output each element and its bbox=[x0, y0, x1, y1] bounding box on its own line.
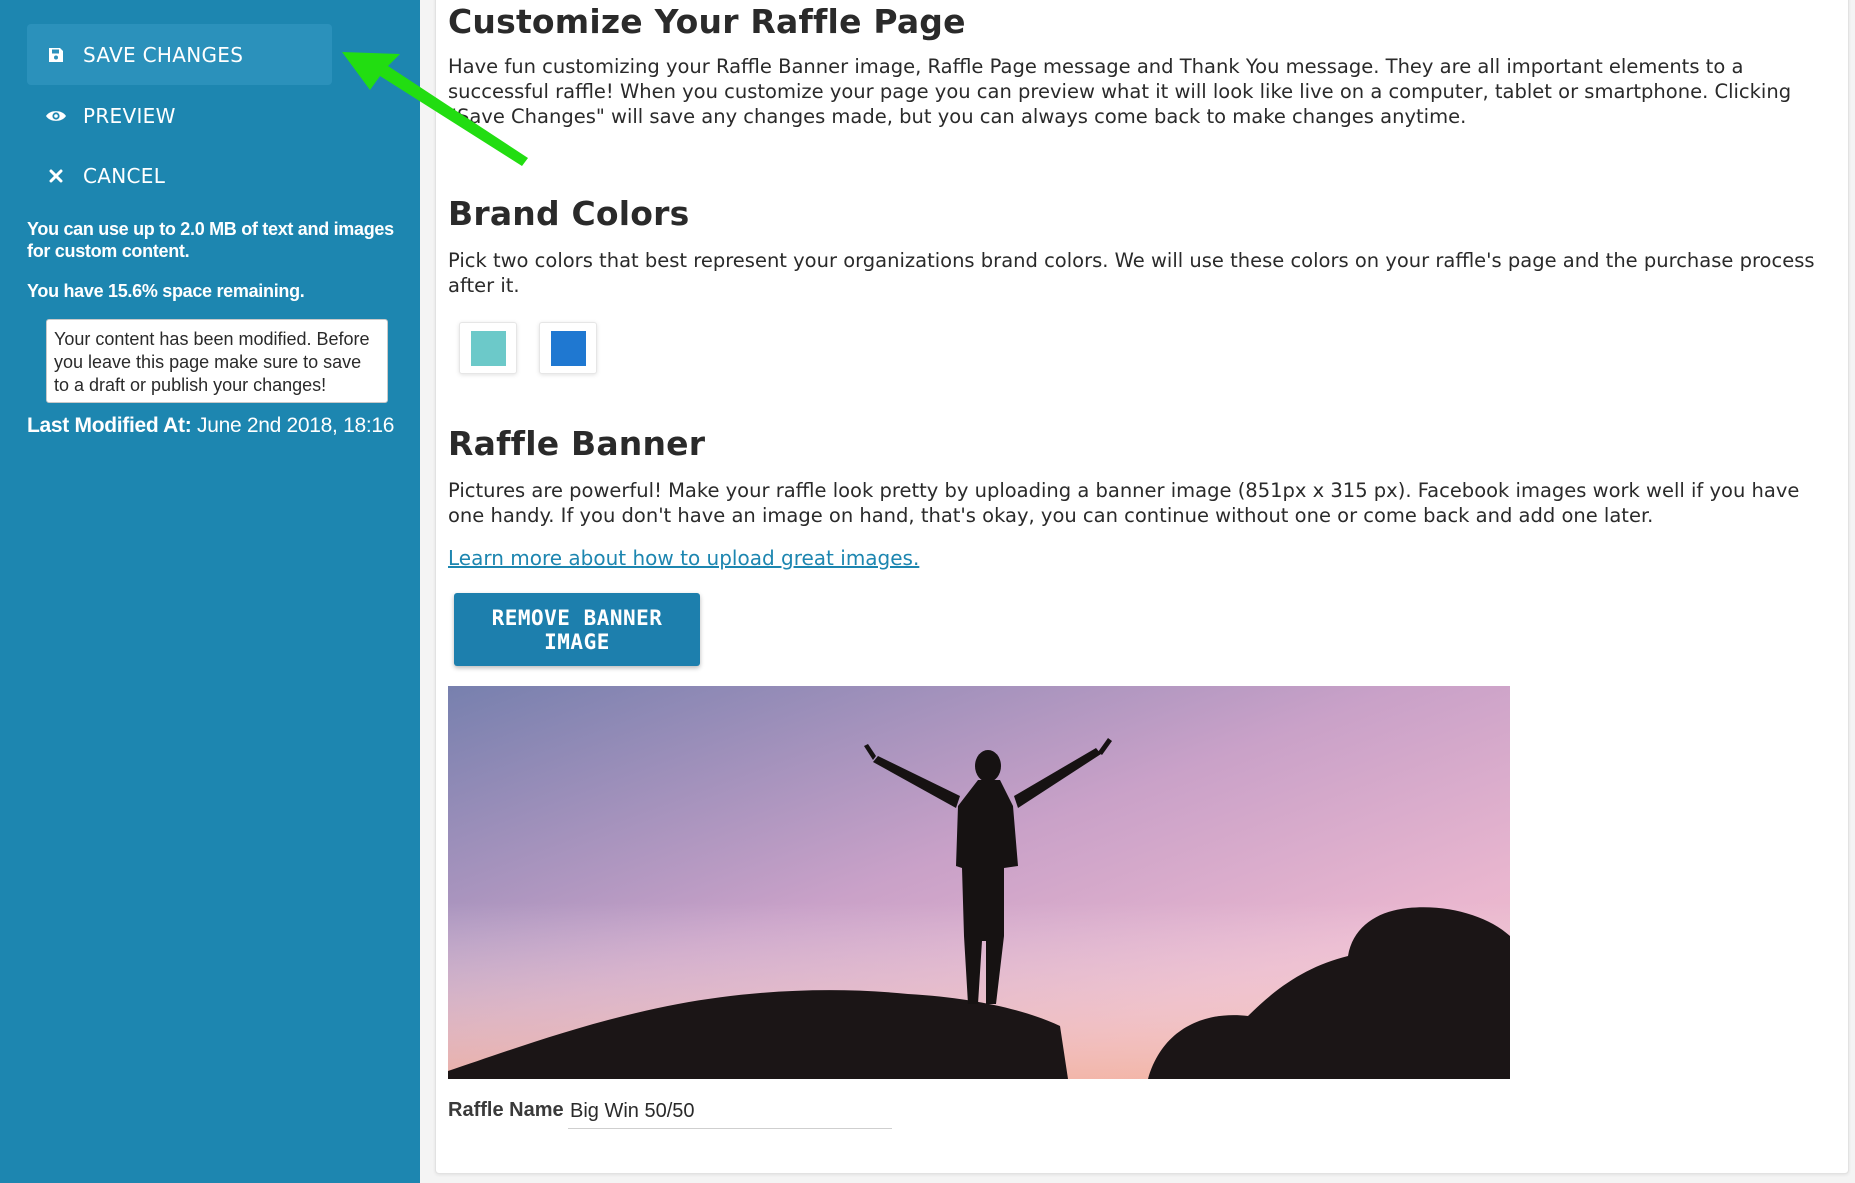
customize-description: Have fun customizing your Raffle Banner … bbox=[448, 55, 1792, 128]
banner-image bbox=[448, 686, 1510, 1079]
preview-button[interactable]: PREVIEW bbox=[27, 85, 332, 146]
brand-colors-description: Pick two colors that best represent your… bbox=[448, 249, 1815, 297]
raffle-banner-description: Pictures are powerful! Make your raffle … bbox=[448, 479, 1800, 527]
save-icon bbox=[45, 44, 67, 66]
preview-label: PREVIEW bbox=[83, 103, 176, 128]
cancel-button[interactable]: CANCEL bbox=[27, 145, 332, 206]
secondary-color-fill bbox=[550, 330, 586, 366]
last-modified-label: Last Modified At: bbox=[27, 414, 192, 437]
unsaved-changes-notice: Your content has been modified. Before y… bbox=[46, 319, 388, 403]
last-modified-value: June 2nd 2018, 18:16 bbox=[197, 414, 395, 437]
primary-color-swatch[interactable] bbox=[459, 322, 517, 374]
cancel-label: CANCEL bbox=[83, 163, 166, 188]
raffle-name-label: Raffle Name bbox=[448, 1099, 564, 1121]
sidebar: SAVE CHANGES PREVIEW CANCEL You can use … bbox=[0, 0, 420, 1183]
primary-color-fill bbox=[470, 330, 506, 366]
last-modified: Last Modified At: June 2nd 2018, 18:16 bbox=[27, 414, 394, 438]
raffle-banner-title: Raffle Banner bbox=[448, 424, 706, 463]
save-changes-button[interactable]: SAVE CHANGES bbox=[27, 24, 332, 85]
annotation-arrow bbox=[342, 52, 528, 166]
eye-icon bbox=[45, 105, 67, 127]
save-changes-label: SAVE CHANGES bbox=[83, 42, 244, 67]
raffle-name-input[interactable] bbox=[568, 1094, 892, 1129]
secondary-color-swatch[interactable] bbox=[539, 322, 597, 374]
brand-colors-title: Brand Colors bbox=[448, 194, 690, 233]
learn-more-images-link[interactable]: Learn more about how to upload great ima… bbox=[448, 546, 919, 570]
remove-banner-image-button[interactable]: Remove Banner Image bbox=[454, 593, 700, 666]
storage-quota-text: You can use up to 2.0 MB of text and ima… bbox=[27, 219, 394, 261]
customize-title: Customize Your Raffle Page bbox=[448, 2, 966, 41]
close-icon bbox=[45, 165, 67, 187]
storage-remaining-text: You have 15.6% space remaining. bbox=[27, 281, 305, 301]
